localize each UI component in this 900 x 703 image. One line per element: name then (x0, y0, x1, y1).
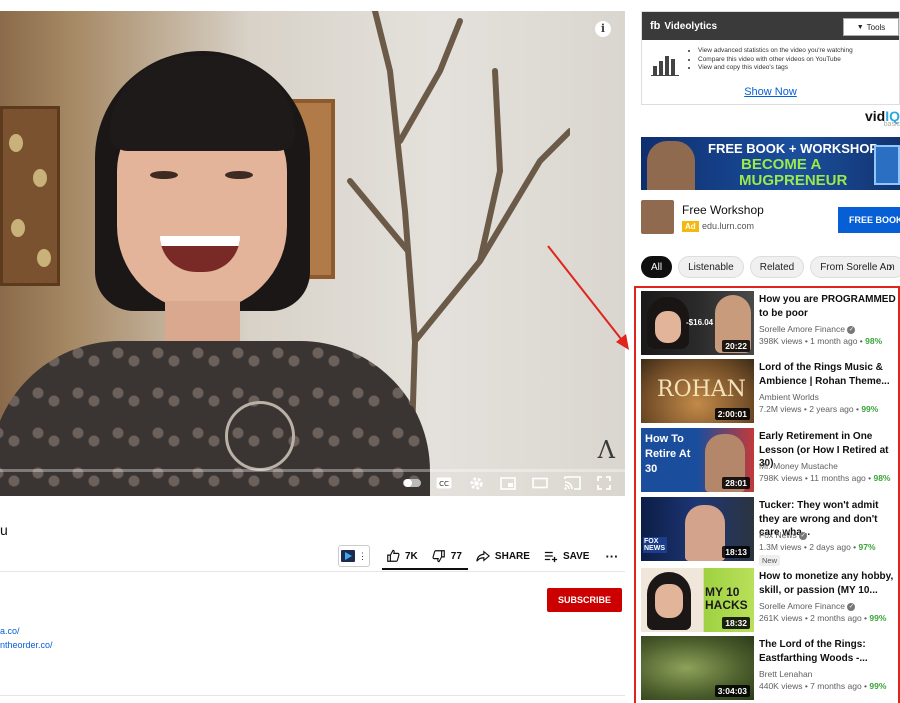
save-button[interactable]: SAVE (544, 549, 590, 563)
tools-label: Tools (866, 22, 886, 32)
ad-banner-line2: BECOME A (741, 156, 822, 173)
more-actions-button[interactable]: ··· (605, 549, 618, 564)
miniplayer-icon[interactable] (499, 475, 517, 491)
ad-card[interactable]: Free Workshop Ad edu.lurn.com FREE BOOK (641, 200, 900, 236)
like-button[interactable]: 7K (386, 549, 418, 563)
dislike-button[interactable]: 77 (432, 549, 462, 563)
gear-icon[interactable] (467, 475, 485, 491)
divider (0, 695, 625, 696)
autoplay-toggle[interactable] (403, 475, 421, 491)
extension-play-icon (341, 550, 355, 562)
chip-related[interactable]: Related (749, 256, 805, 278)
vidiq-logo[interactable]: vidIQ basic (865, 108, 900, 128)
ad-banner-book-icon (874, 145, 900, 185)
save-playlist-icon (544, 551, 558, 563)
theater-icon[interactable] (531, 475, 549, 491)
share-button[interactable]: SHARE (476, 549, 530, 563)
tools-dropdown[interactable]: ▼ Tools (843, 18, 899, 36)
save-label: SAVE (562, 550, 590, 562)
ad-banner-line1: FREE BOOK + WORKSHOP: (708, 141, 883, 156)
thumbs-down-icon (432, 550, 445, 563)
annotation-arrow-icon (547, 245, 629, 350)
person-eye-right (225, 171, 253, 179)
subscribe-button[interactable]: SUBSCRIBE (547, 588, 622, 612)
description-link-2[interactable]: ntheorder.co/ (0, 640, 53, 650)
progress-bar[interactable] (0, 469, 625, 472)
videolytics-widget: fb Videolytics ▼ Tools View advanced sta… (641, 11, 900, 105)
dislike-count: 77 (450, 550, 462, 562)
filter-chips: All Listenable Related From Sorelle Am (641, 256, 900, 278)
video-player[interactable]: i Λ CC (0, 11, 625, 496)
cc-icon[interactable]: CC (435, 475, 453, 491)
ad-domain: edu.lurn.com (702, 221, 755, 231)
feature-item: View advanced statistics on the video yo… (698, 47, 853, 56)
person-eye-left (150, 171, 178, 179)
bar-chart-icon (651, 56, 679, 76)
fullscreen-icon[interactable] (595, 475, 613, 491)
ad-banner-person (647, 141, 695, 190)
advertiser-avatar (641, 200, 674, 234)
ad-banner-line3: MUGPRENEUR (739, 172, 848, 189)
info-icon[interactable]: i (595, 21, 611, 37)
divider (0, 571, 625, 572)
ad-badge: Ad (682, 221, 699, 232)
ad-banner-image[interactable]: FREE BOOK + WORKSHOP: BECOME A MUGPRENEU… (641, 137, 900, 190)
chip-listenable[interactable]: Listenable (678, 256, 744, 278)
chevron-right-icon[interactable]: › (888, 258, 893, 274)
video-actions: ⋮ 7K 77 SHARE SAVE ··· (338, 542, 625, 570)
like-sentiment-bar (382, 568, 468, 570)
share-icon (476, 550, 490, 562)
background-shelf (0, 106, 60, 286)
description-link-1[interactable]: a.co/ (0, 626, 20, 636)
videolytics-brand: Videolytics (664, 20, 718, 32)
video-title: u (0, 522, 8, 538)
person-torso (0, 341, 430, 496)
sun-print (225, 401, 295, 471)
svg-text:CC: CC (439, 480, 449, 488)
highlight-box (634, 286, 900, 703)
feature-item: Compare this video with other videos on … (698, 56, 853, 65)
ad-cta-button[interactable]: FREE BOOK (838, 207, 900, 233)
channel-watermark-icon[interactable]: Λ (598, 436, 615, 464)
thumbs-up-icon (387, 549, 400, 562)
cast-icon[interactable] (563, 475, 581, 491)
feature-item: View and copy this video's tags (698, 64, 853, 73)
vidiq-brand-a: vid (864, 108, 886, 124)
like-count: 7K (405, 550, 418, 562)
videolytics-logo-icon: fb (650, 20, 661, 32)
person-bangs (110, 56, 295, 151)
caret-down-icon: ▼ (856, 23, 864, 31)
chip-all[interactable]: All (641, 256, 673, 278)
extension-button[interactable]: ⋮ (338, 545, 370, 567)
player-controls: CC (403, 475, 613, 491)
chip-from-channel[interactable]: From Sorelle Am (810, 256, 900, 278)
ad-title: Free Workshop (682, 203, 764, 217)
share-label: SHARE (494, 550, 530, 562)
videolytics-feature-list: View advanced statistics on the video yo… (690, 47, 853, 73)
show-now-link[interactable]: Show Now (642, 86, 899, 98)
